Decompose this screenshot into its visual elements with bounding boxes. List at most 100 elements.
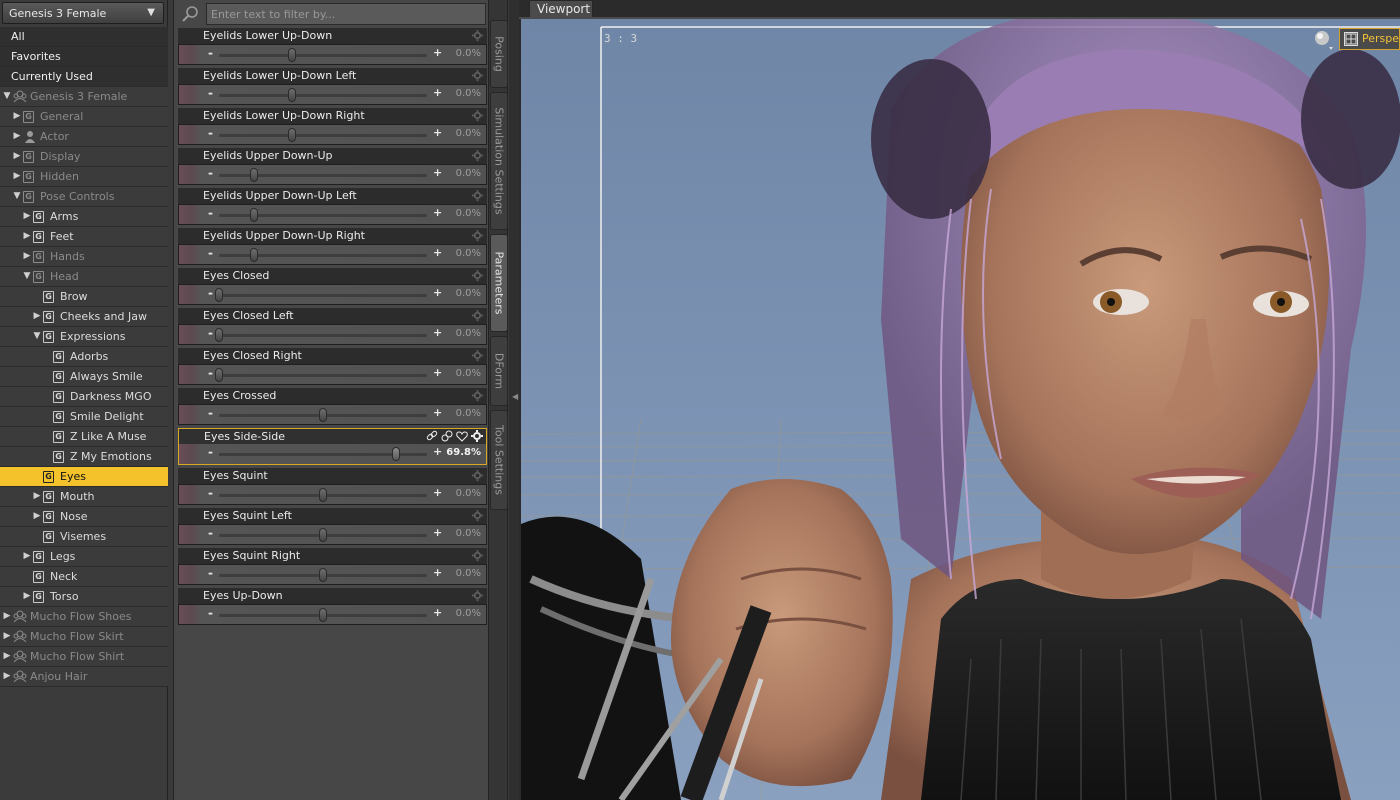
tree-item[interactable]: G Visemes <box>0 527 168 547</box>
tree-item[interactable]: G Adorbs <box>0 347 168 367</box>
collapsed-arrow-icon[interactable]: ▶ <box>12 167 22 186</box>
increment-button[interactable]: + <box>433 445 442 458</box>
slider-track[interactable] <box>219 334 427 337</box>
tree-item[interactable]: G Z My Emotions <box>0 447 168 467</box>
collapsed-arrow-icon[interactable]: ▶ <box>32 487 42 506</box>
expanded-arrow-icon[interactable]: ▼ <box>12 187 22 206</box>
increment-button[interactable]: + <box>433 566 442 579</box>
gear-icon[interactable] <box>472 190 483 201</box>
slider-thumb[interactable] <box>287 128 296 142</box>
expanded-arrow-icon[interactable]: ▼ <box>32 327 42 346</box>
parameter-value[interactable]: 0.0% <box>456 168 481 179</box>
slider-thumb[interactable] <box>319 528 327 542</box>
decrement-button[interactable]: - <box>208 286 213 300</box>
slider-track[interactable] <box>219 134 427 137</box>
slider-thumb[interactable] <box>319 408 327 422</box>
increment-button[interactable]: + <box>433 406 442 419</box>
decrement-button[interactable]: - <box>208 246 213 260</box>
viewport-canvas[interactable] <box>521 19 1400 800</box>
tree-item[interactable]: Favorites <box>0 47 168 67</box>
panel-splitter[interactable]: ◀ <box>509 0 519 800</box>
tree-item[interactable]: ▼ G Pose Controls <box>0 187 168 207</box>
collapsed-arrow-icon[interactable]: ▶ <box>32 307 42 326</box>
tree-item[interactable]: ▶ G General <box>0 107 168 127</box>
side-tab[interactable]: Tool Settings <box>490 410 508 510</box>
collapsed-arrow-icon[interactable]: ▶ <box>2 627 12 646</box>
gear-icon[interactable] <box>472 310 483 321</box>
parameter-slider[interactable]: Eyelids Upper Down-Up Left - +0.0% <box>178 188 487 228</box>
slider-thumb[interactable] <box>319 608 327 622</box>
tree-item[interactable]: G Always Smile <box>0 367 168 387</box>
decrement-button[interactable]: - <box>208 526 213 540</box>
collapsed-arrow-icon[interactable]: ▶ <box>22 207 32 226</box>
parameter-value[interactable]: 0.0% <box>456 48 481 59</box>
increment-button[interactable]: + <box>433 526 442 539</box>
decrement-button[interactable]: - <box>208 445 213 459</box>
tree-item[interactable]: ▼ G Head <box>0 267 168 287</box>
collapsed-arrow-icon[interactable]: ▶ <box>2 607 12 626</box>
figure-selector-dropdown[interactable]: Genesis 3 Female ▼ <box>2 2 164 24</box>
parameter-slider[interactable]: Eyes Squint Right - +0.0% <box>178 548 487 588</box>
gear-icon[interactable] <box>472 70 483 81</box>
tree-item[interactable]: ▶ Mucho Flow Shirt <box>0 647 168 667</box>
expanded-arrow-icon[interactable]: ▼ <box>22 267 32 286</box>
slider-thumb[interactable] <box>215 288 223 302</box>
collapsed-arrow-icon[interactable]: ▶ <box>22 227 32 246</box>
tree-item[interactable]: ▶ Mucho Flow Skirt <box>0 627 168 647</box>
tree-item[interactable]: ▶ Mucho Flow Shoes <box>0 607 168 627</box>
parameter-slider[interactable]: Eyes Side-Side - +69.8% <box>178 428 487 468</box>
increment-button[interactable]: + <box>433 486 442 499</box>
decrement-button[interactable]: - <box>208 366 213 380</box>
slider-thumb[interactable] <box>287 48 296 62</box>
slider-thumb[interactable] <box>250 248 259 262</box>
gear-icon[interactable] <box>472 390 483 401</box>
search-icon[interactable] <box>181 5 201 23</box>
parameter-slider[interactable]: Eyes Up-Down - +0.0% <box>178 588 487 628</box>
decrement-button[interactable]: - <box>208 126 213 140</box>
parameter-value[interactable]: 0.0% <box>456 568 481 579</box>
parameter-value[interactable]: 0.0% <box>456 608 481 619</box>
slider-thumb[interactable] <box>319 568 327 582</box>
decrement-button[interactable]: - <box>208 326 213 340</box>
gear-icon[interactable] <box>472 270 483 281</box>
slider-thumb[interactable] <box>215 328 223 342</box>
slider-thumb[interactable] <box>391 447 400 461</box>
parameter-slider[interactable]: Eyes Closed Left - +0.0% <box>178 308 487 348</box>
tab-viewport[interactable]: Viewport <box>529 0 593 17</box>
collapsed-arrow-icon[interactable]: ▶ <box>2 647 12 666</box>
parameter-value[interactable]: 0.0% <box>456 128 481 139</box>
camera-lamp-icon[interactable] <box>1311 29 1335 51</box>
parameter-value[interactable]: 0.0% <box>456 88 481 99</box>
tree-item[interactable]: G Neck <box>0 567 168 587</box>
tree-item[interactable]: G Darkness MGO <box>0 387 168 407</box>
slider-thumb[interactable] <box>250 168 259 182</box>
increment-button[interactable]: + <box>433 46 442 59</box>
tree-item[interactable]: ▼ G Expressions <box>0 327 168 347</box>
parameter-slider[interactable]: Eyes Closed Right - +0.0% <box>178 348 487 388</box>
chain-icon[interactable] <box>441 430 453 442</box>
parameter-value[interactable]: 0.0% <box>456 208 481 219</box>
tree-item[interactable]: ▶ Anjou Hair <box>0 667 168 687</box>
gear-icon[interactable] <box>472 230 483 241</box>
slider-thumb[interactable] <box>250 208 259 222</box>
tree-item[interactable]: ▶ G Arms <box>0 207 168 227</box>
favorite-heart-icon[interactable] <box>456 430 468 442</box>
slider-track[interactable] <box>219 374 427 377</box>
decrement-button[interactable]: - <box>208 46 213 60</box>
parameter-slider[interactable]: Eyelids Lower Up-Down Right - +0.0% <box>178 108 487 148</box>
parameter-value[interactable]: 0.0% <box>456 288 481 299</box>
collapsed-arrow-icon[interactable]: ▶ <box>12 147 22 166</box>
side-tab[interactable]: Parameters <box>490 234 508 332</box>
tree-item[interactable]: ▶ G Hands <box>0 247 168 267</box>
tree-item[interactable]: ▶ G Display <box>0 147 168 167</box>
expanded-arrow-icon[interactable]: ▼ <box>2 87 12 106</box>
parameter-slider[interactable]: Eyes Crossed - +0.0% <box>178 388 487 428</box>
increment-button[interactable]: + <box>433 286 442 299</box>
increment-button[interactable]: + <box>433 206 442 219</box>
camera-selector[interactable]: Perspec <box>1339 28 1400 50</box>
tree-item[interactable]: ▶ G Nose <box>0 507 168 527</box>
parameter-value[interactable]: 0.0% <box>456 528 481 539</box>
tree-item[interactable]: ▶ G Hidden <box>0 167 168 187</box>
tree-item[interactable]: G Smile Delight <box>0 407 168 427</box>
tree-item[interactable]: ▶ G Cheeks and Jaw <box>0 307 168 327</box>
